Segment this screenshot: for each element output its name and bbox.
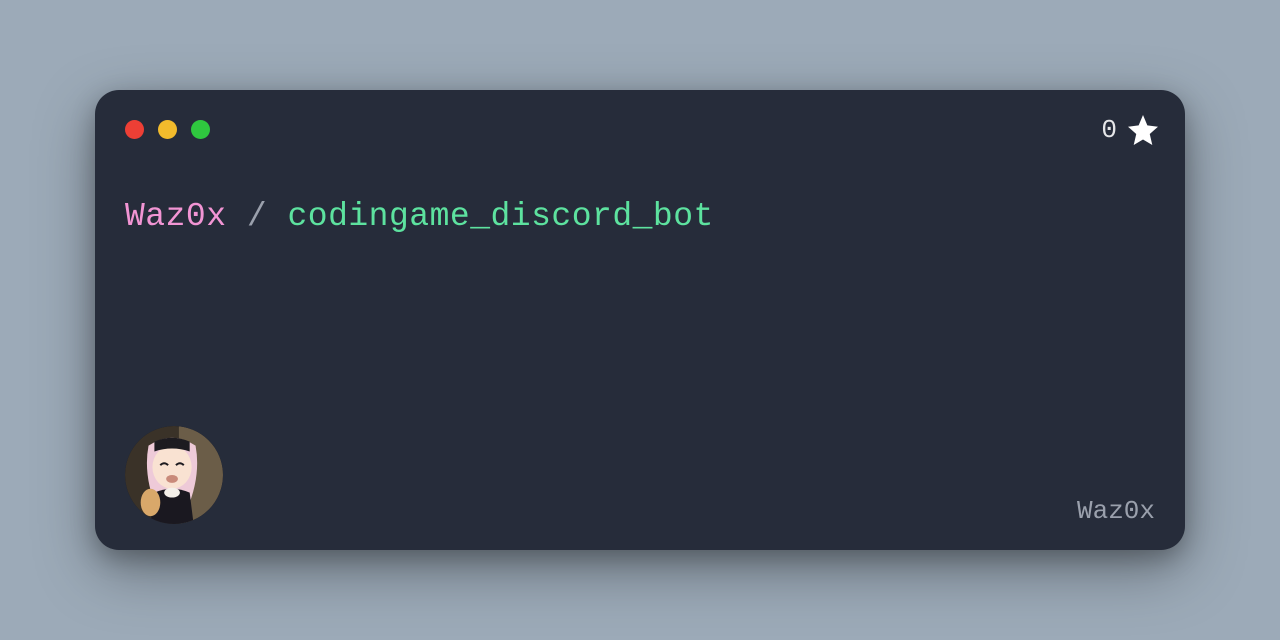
window-controls [125, 120, 210, 139]
star-count: 0 [1101, 115, 1117, 145]
username-label: Waz0x [1077, 496, 1155, 526]
repo-title: Waz0x / codingame_discord_bot [125, 198, 714, 235]
repo-card: 0 Waz0x / codingame_discord_bot [95, 90, 1185, 550]
star-area[interactable]: 0 [1101, 112, 1161, 148]
minimize-dot[interactable] [158, 120, 177, 139]
avatar[interactable] [125, 426, 223, 524]
owner-name[interactable]: Waz0x [125, 198, 227, 235]
repo-name[interactable]: codingame_discord_bot [287, 198, 713, 235]
avatar-image [125, 426, 223, 524]
close-dot[interactable] [125, 120, 144, 139]
title-separator: / [247, 198, 288, 235]
star-icon [1125, 112, 1161, 148]
maximize-dot[interactable] [191, 120, 210, 139]
